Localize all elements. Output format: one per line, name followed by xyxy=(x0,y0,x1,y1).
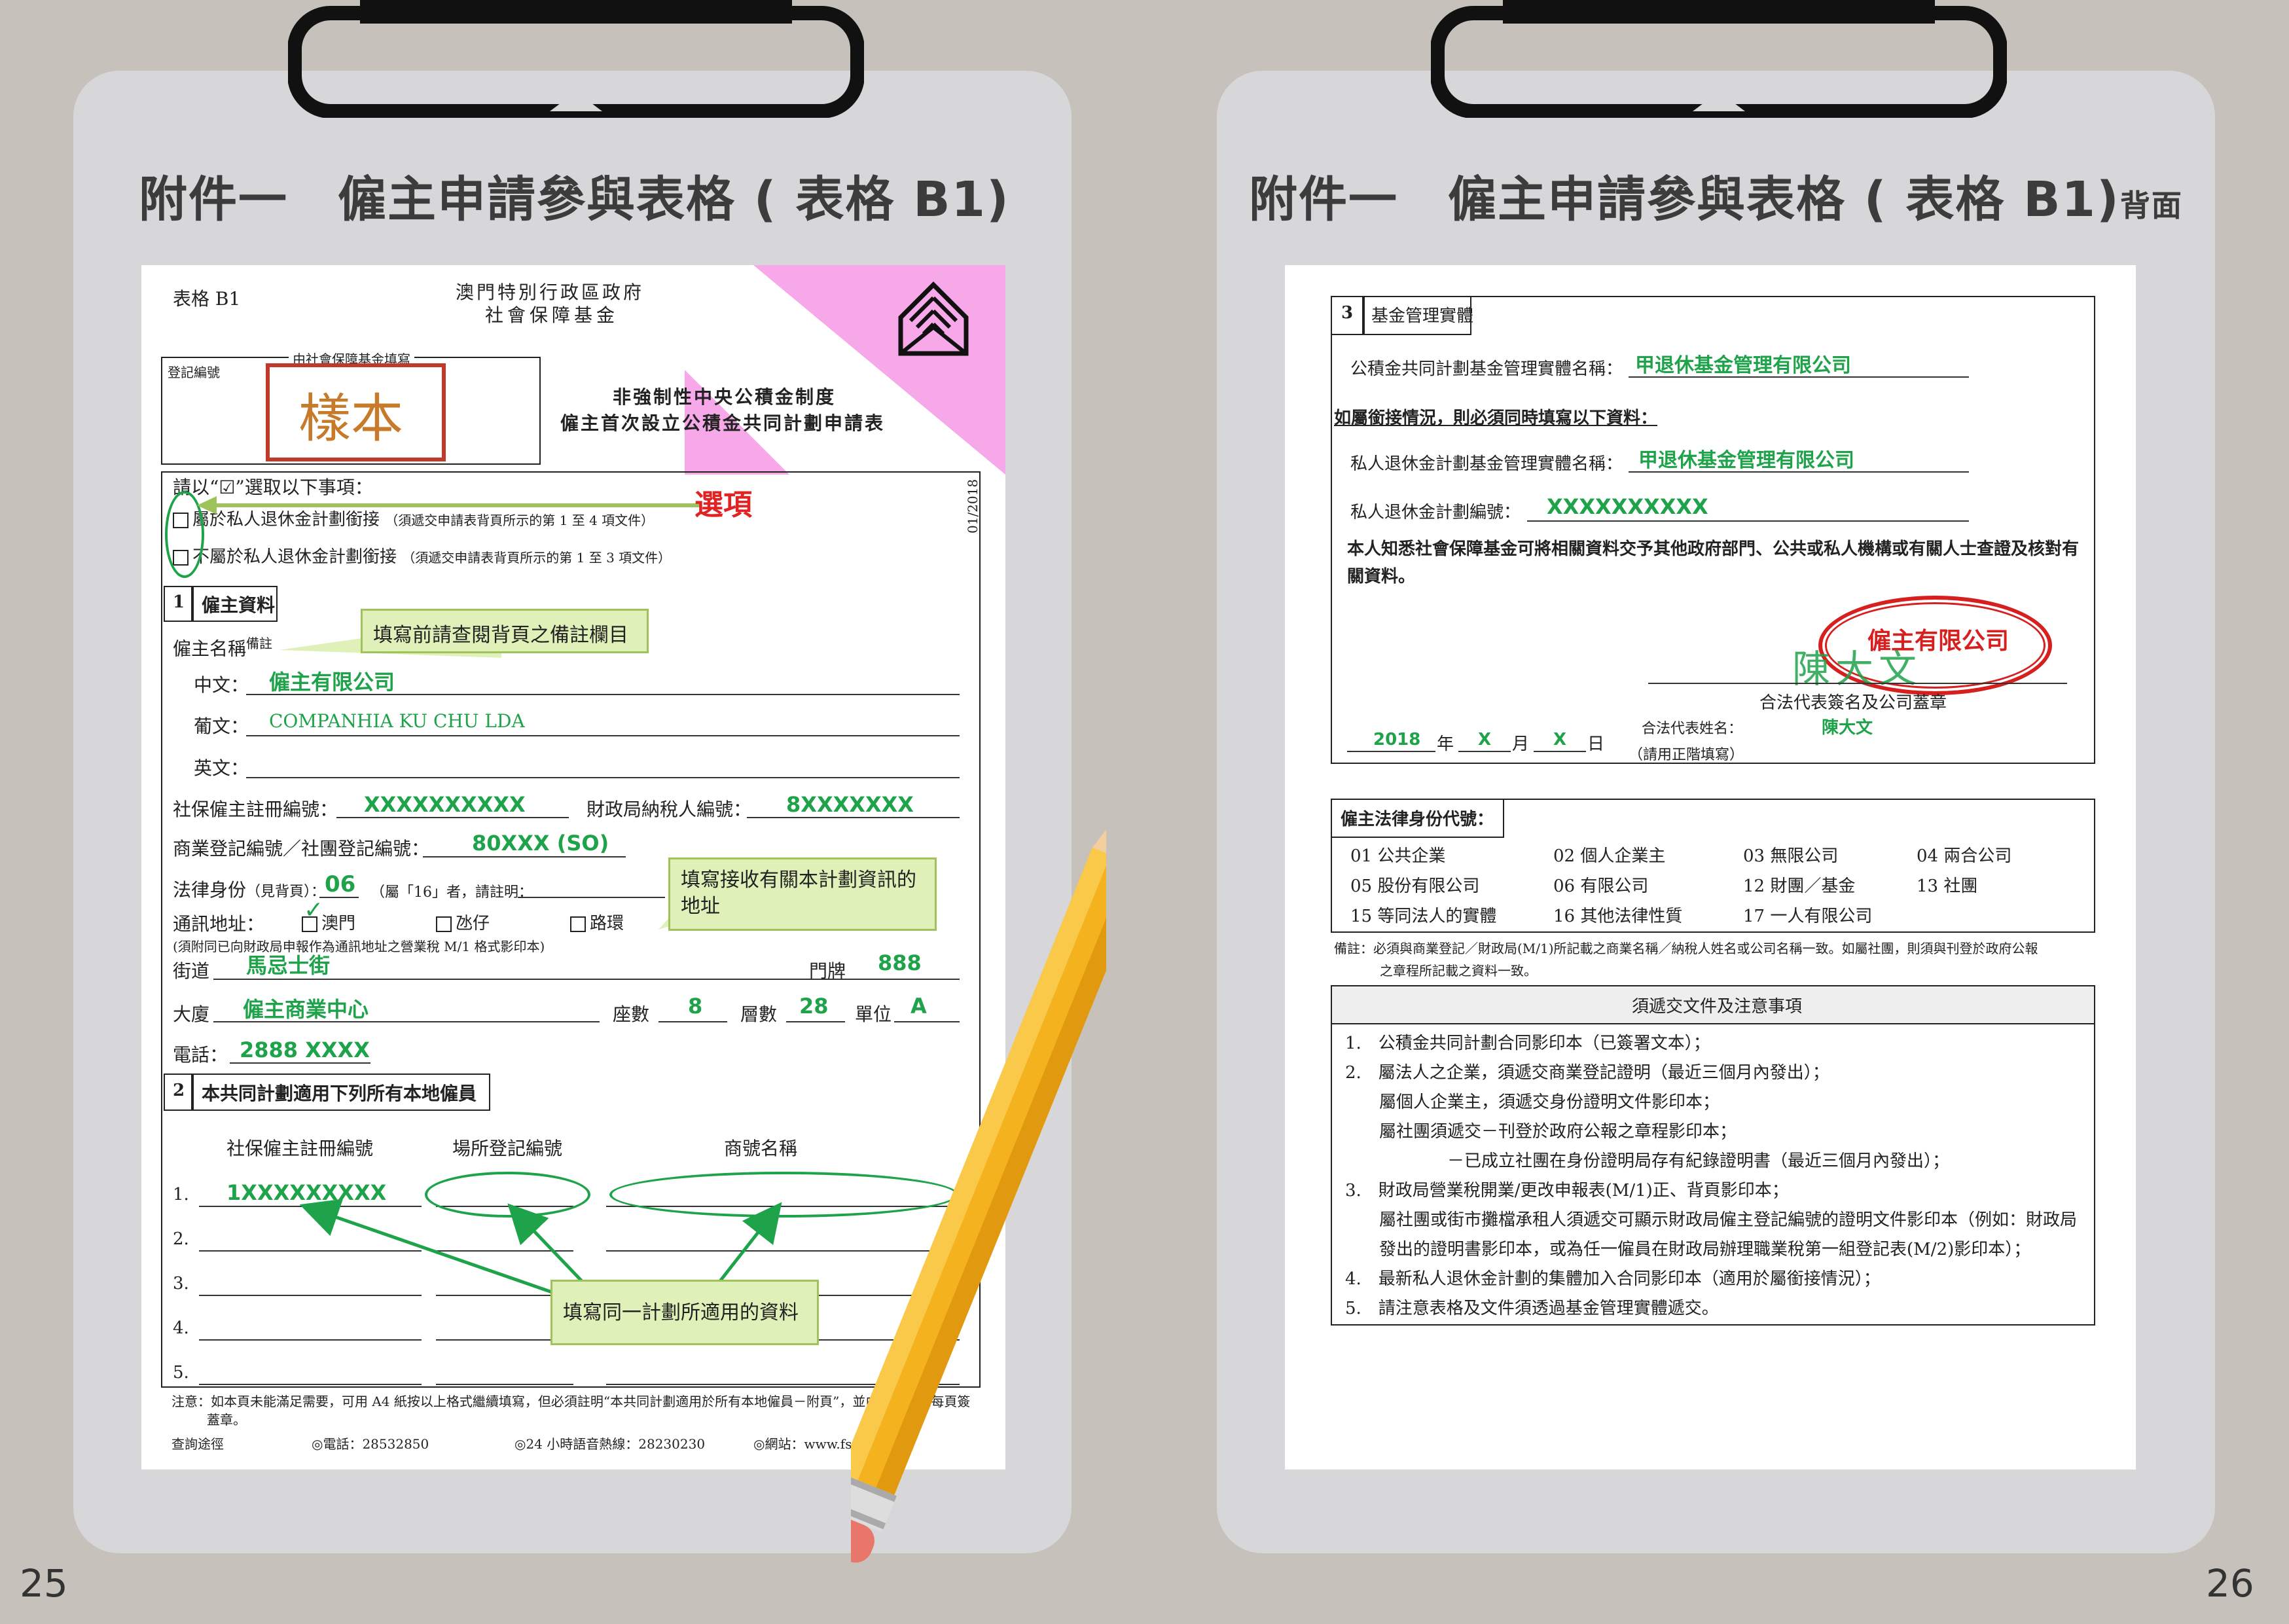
page-number-left: 25 xyxy=(20,1561,68,1606)
private-manager-value[interactable]: 甲退休基金管理有限公司 xyxy=(1638,444,1854,473)
date-month-value[interactable]: X xyxy=(1478,730,1491,749)
date-day-value[interactable]: X xyxy=(1553,730,1566,749)
page-title-left: 附件一 僱主申請參與表格 ( 表格 B1) xyxy=(139,171,1010,228)
connect-note: 如屬銜接情況，則必須同時填寫以下資料： xyxy=(1334,408,1658,428)
form-b1-back: 3 基金管理實體 公積金共同計劃基金管理實體名稱： 甲退休基金管理有限公司 如屬… xyxy=(1285,265,2136,1470)
consent-text: 本人知悉社會保障基金可將相關資料交予其他政府部門、公共或私人機構或有關人士查證及… xyxy=(1347,539,2080,586)
clipboard-clip-icon xyxy=(288,0,864,118)
section3-title: 基金管理實體 xyxy=(1371,306,1474,326)
private-plan-no-value[interactable]: XXXXXXXXXX xyxy=(1547,494,1708,519)
documents-title: 須遞交文件及注意事項 xyxy=(1632,997,1803,1017)
page-number-right: 26 xyxy=(2206,1561,2254,1606)
pencil-icon xyxy=(851,805,1106,1563)
table-callout: 填寫同一計劃所適用的資料 xyxy=(550,1280,819,1345)
clipboard-clip-icon xyxy=(1431,0,2007,118)
signature: 陳大文 xyxy=(1792,647,1922,691)
rep-name-value[interactable]: 陳大文 xyxy=(1822,714,1873,738)
page-title-right: 附件一 僱主申請參與表格 ( 表格 B1)背面 xyxy=(1249,171,2183,228)
fund-manager-value[interactable]: 甲退休基金管理有限公司 xyxy=(1635,349,1851,378)
date-year-value[interactable]: 2018 xyxy=(1373,730,1420,749)
